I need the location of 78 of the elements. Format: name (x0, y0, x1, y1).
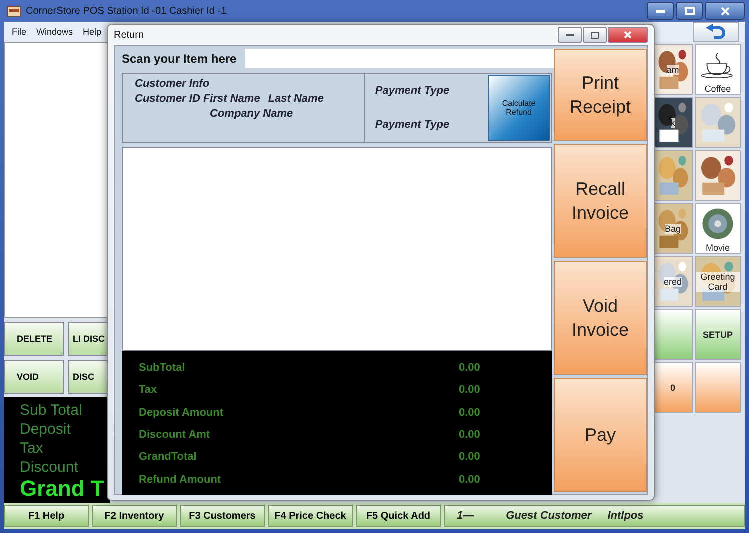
station-number: 1— (457, 510, 474, 522)
total-value: 0.00 (459, 406, 480, 419)
maximize-button[interactable] (676, 2, 703, 20)
menu-item[interactable]: File (12, 27, 27, 37)
product-tile[interactable]: ered (653, 256, 693, 307)
function-key[interactable]: F3 Customers (180, 505, 265, 527)
action-button[interactable]: Print Receipt (554, 49, 647, 141)
menu-item[interactable]: Help (83, 27, 102, 37)
tile-label: Greeting Card (696, 272, 740, 292)
tile-label: 0 (670, 382, 676, 392)
total-label: Tax (139, 384, 158, 396)
customer-info-heading: Customer Info (135, 78, 211, 90)
product-button[interactable]: 0 (653, 362, 693, 413)
function-key[interactable]: F2 Inventory (92, 505, 177, 527)
maximize-button[interactable] (583, 27, 607, 43)
last-name-label: Last Name (268, 93, 324, 105)
total-label: Sub Total (20, 401, 84, 420)
function-button[interactable]: VOID (4, 360, 64, 394)
function-key[interactable]: F5 Quick Add (356, 505, 441, 527)
calculate-refund-button[interactable]: Calculate Refund (488, 75, 550, 141)
action-button[interactable]: Recall Invoice (554, 144, 647, 258)
close-icon (624, 31, 632, 39)
user-name: Intlpos (608, 510, 644, 522)
total-label: SubTotal (139, 362, 186, 374)
payment-type-label: Payment Type (375, 119, 451, 131)
product-tile[interactable]: am (653, 44, 693, 95)
action-button[interactable]: Void Invoice (554, 260, 647, 375)
product-tile[interactable]: Bag (653, 203, 693, 254)
total-label: Grand T (20, 477, 106, 501)
product-button[interactable] (653, 309, 693, 360)
close-button[interactable] (705, 2, 745, 20)
scan-field[interactable] (244, 49, 555, 68)
product-tile[interactable] (695, 150, 741, 201)
total-value: 0.00 (459, 451, 480, 464)
product-tile[interactable]: Coffee (695, 44, 741, 95)
total-label: Tax (20, 439, 44, 458)
tile-label: Coffee (704, 84, 732, 94)
scan-label: Scan your Item here (122, 52, 237, 66)
close-button[interactable] (608, 27, 648, 43)
app-icon (7, 6, 21, 16)
undo-button[interactable] (693, 22, 739, 42)
total-value: 0.00 (459, 474, 480, 486)
company-name-label: Company Name (210, 108, 294, 120)
payment-type-label: Payment Type (375, 85, 451, 97)
product-tile[interactable] (695, 97, 741, 148)
total-label: Deposit (20, 420, 72, 439)
minimize-button[interactable] (647, 2, 674, 20)
total-value: 0.00 (459, 429, 480, 442)
dialog-title: Return (114, 30, 144, 40)
function-key[interactable]: F1 Help (4, 505, 89, 527)
product-tile[interactable]: Movie (695, 203, 741, 254)
total-label: Discount Amt (139, 429, 212, 442)
action-button[interactable]: Pay (554, 378, 647, 492)
total-label: Deposit Amount (139, 406, 225, 419)
function-button[interactable]: DELETE (4, 322, 64, 356)
customer-name: Guest Customer (506, 510, 592, 522)
undo-icon (705, 24, 727, 40)
total-label: GrandTotal (139, 451, 198, 464)
total-value: 0.00 (459, 384, 480, 396)
product-button[interactable]: SETUP (695, 309, 741, 360)
minimize-icon (566, 34, 574, 36)
customer-name-label: Customer ID First Name (135, 93, 260, 105)
total-label: Discount (20, 458, 80, 477)
product-tile[interactable] (653, 150, 693, 201)
minimize-button[interactable] (558, 27, 582, 43)
minimize-icon (656, 10, 665, 12)
tile-label: Movie (706, 243, 730, 253)
total-value: 0.00 (459, 362, 480, 374)
product-tile[interactable]: Greeting Card (695, 256, 741, 307)
close-icon (720, 6, 730, 16)
menu-item[interactable]: Windows (36, 27, 74, 37)
function-key[interactable]: F4 Price Check (268, 505, 353, 527)
total-label: Refund Amount (139, 474, 222, 486)
maximize-icon (591, 32, 599, 38)
disc-icon (700, 207, 736, 241)
window-title: CornerStore POS Station Id -01 Cashier Id -1 (26, 6, 227, 16)
maximize-icon (684, 7, 694, 15)
tile-label: SETUP (702, 330, 733, 340)
